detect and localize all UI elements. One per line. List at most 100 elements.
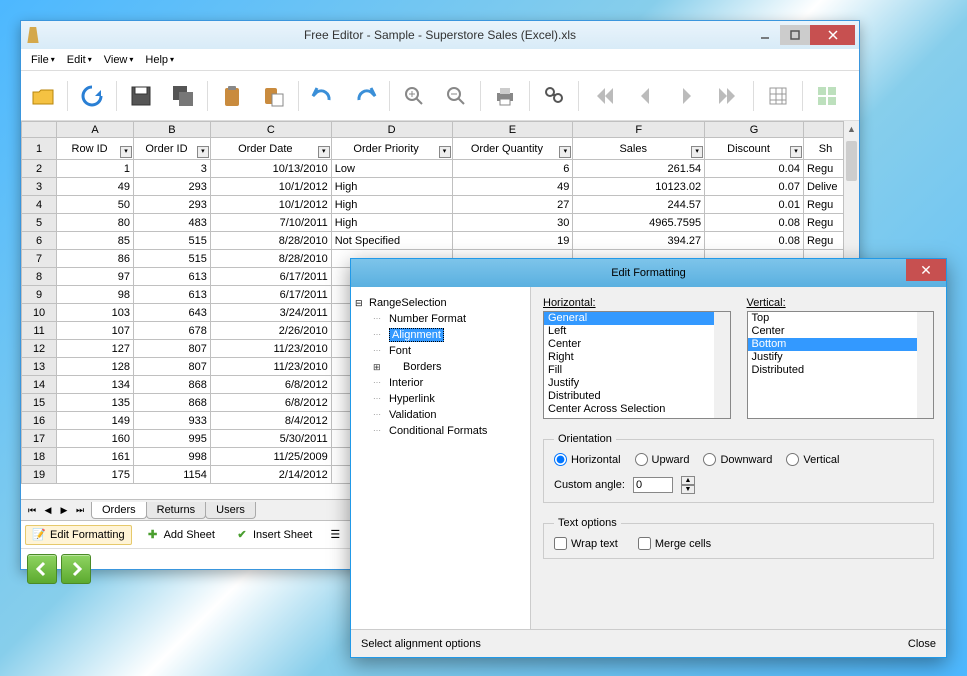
cell[interactable]: 135: [57, 394, 134, 412]
menu-edit[interactable]: Edit▾: [61, 52, 98, 68]
cell[interactable]: 4965.7595: [573, 214, 705, 232]
cell[interactable]: 807: [134, 358, 211, 376]
cell[interactable]: 10/13/2010: [210, 160, 331, 178]
row-header-1[interactable]: 1: [22, 138, 57, 160]
cell[interactable]: 10123.02: [573, 178, 705, 196]
nav-forward-button[interactable]: [61, 554, 91, 584]
horizontal-option[interactable]: Distributed: [544, 390, 730, 403]
cell[interactable]: 0.01: [705, 196, 804, 214]
listbox-scrollbar[interactable]: [714, 312, 730, 418]
radio-downward[interactable]: Downward: [703, 453, 772, 466]
cell[interactable]: 10/1/2012: [210, 178, 331, 196]
table-row[interactable]: 34929310/1/2012High4910123.020.07Delive: [22, 178, 859, 196]
cell[interactable]: 128: [57, 358, 134, 376]
filter-dropdown-icon[interactable]: ▾: [790, 146, 802, 158]
row-header[interactable]: 16: [22, 412, 57, 430]
cell[interactable]: 86: [57, 250, 134, 268]
insert-sheet-button[interactable]: ✔ Insert Sheet: [229, 526, 318, 544]
cell[interactable]: 261.54: [573, 160, 705, 178]
column-header-B[interactable]: B: [134, 122, 211, 138]
cell[interactable]: 6/17/2011: [210, 268, 331, 286]
dialog-titlebar[interactable]: Edit Formatting ✕: [351, 259, 946, 287]
save-as-button[interactable]: [165, 78, 201, 114]
cell[interactable]: 19: [452, 232, 573, 250]
last-button[interactable]: [711, 78, 747, 114]
maximize-button[interactable]: [780, 25, 810, 45]
minimize-button[interactable]: [750, 25, 780, 45]
vertical-option[interactable]: Center: [748, 325, 934, 338]
zoom-in-button[interactable]: [396, 78, 432, 114]
cell[interactable]: 678: [134, 322, 211, 340]
row-header[interactable]: 12: [22, 340, 57, 358]
column-header-D[interactable]: D: [331, 122, 452, 138]
cell[interactable]: Not Specified: [331, 232, 452, 250]
horizontal-option[interactable]: Center Across Selection: [544, 403, 730, 416]
cell[interactable]: Low: [331, 160, 452, 178]
select-all-corner[interactable]: [22, 122, 57, 138]
vertical-listbox[interactable]: TopCenterBottomJustifyDistributed: [747, 311, 935, 419]
cell[interactable]: 50: [57, 196, 134, 214]
row-header[interactable]: 13: [22, 358, 57, 376]
cell[interactable]: 2/14/2012: [210, 466, 331, 484]
vertical-option[interactable]: Distributed: [748, 364, 934, 377]
cell[interactable]: 7/10/2011: [210, 214, 331, 232]
dialog-close-link[interactable]: Close: [908, 638, 936, 650]
field-header[interactable]: Row ID▾: [57, 138, 134, 160]
table-row[interactable]: 6855158/28/2010Not Specified19394.270.08…: [22, 232, 859, 250]
tab-orders[interactable]: Orders: [91, 502, 147, 519]
clipboard-button[interactable]: [214, 78, 250, 114]
cell[interactable]: 80: [57, 214, 134, 232]
tab-returns[interactable]: Returns: [146, 502, 207, 519]
cell[interactable]: 11/23/2010: [210, 340, 331, 358]
radio-upward[interactable]: Upward: [635, 453, 690, 466]
tree-root-rangeselection[interactable]: RangeSelection: [355, 295, 526, 311]
cell[interactable]: 643: [134, 304, 211, 322]
add-sheet-button[interactable]: ✚ Add Sheet: [140, 526, 221, 544]
cell[interactable]: High: [331, 196, 452, 214]
row-header[interactable]: 8: [22, 268, 57, 286]
menu-file[interactable]: File▾: [25, 52, 61, 68]
table-row[interactable]: 45029310/1/2012High27244.570.01Regu: [22, 196, 859, 214]
radio-horizontal[interactable]: Horizontal: [554, 453, 621, 466]
undo-button[interactable]: [305, 78, 341, 114]
horizontal-option[interactable]: Left: [544, 325, 730, 338]
more-button[interactable]: ☰: [326, 526, 344, 544]
tree-number-format[interactable]: Number Format: [355, 311, 526, 327]
grid-button[interactable]: [760, 78, 796, 114]
edit-formatting-button[interactable]: 📝 Edit Formatting: [25, 525, 132, 545]
cell[interactable]: 0.08: [705, 232, 804, 250]
row-header[interactable]: 9: [22, 286, 57, 304]
cell[interactable]: 161: [57, 448, 134, 466]
field-header[interactable]: Sales▾: [573, 138, 705, 160]
angle-spinner[interactable]: ▲▼: [681, 476, 695, 494]
cell[interactable]: 0.08: [705, 214, 804, 232]
cell[interactable]: 98: [57, 286, 134, 304]
tab-next-icon[interactable]: ▶: [57, 505, 71, 516]
cell[interactable]: 613: [134, 286, 211, 304]
open-button[interactable]: [25, 78, 61, 114]
cell[interactable]: 49: [452, 178, 573, 196]
prev-button[interactable]: [627, 78, 663, 114]
row-header[interactable]: 14: [22, 376, 57, 394]
scroll-up-icon[interactable]: ▲: [844, 121, 859, 137]
wrap-text-checkbox[interactable]: Wrap text: [554, 537, 618, 550]
redo-button[interactable]: [347, 78, 383, 114]
close-button[interactable]: [810, 25, 855, 45]
row-header[interactable]: 17: [22, 430, 57, 448]
cell[interactable]: 3: [134, 160, 211, 178]
column-header-G[interactable]: G: [705, 122, 804, 138]
tree-font[interactable]: Font: [355, 343, 526, 359]
field-header[interactable]: Order Quantity▾: [452, 138, 573, 160]
cell[interactable]: 6/8/2012: [210, 394, 331, 412]
cell[interactable]: 30: [452, 214, 573, 232]
row-header[interactable]: 5: [22, 214, 57, 232]
tab-first-icon[interactable]: ⏮: [25, 505, 39, 516]
vertical-option[interactable]: Bottom: [748, 338, 934, 351]
row-header[interactable]: 10: [22, 304, 57, 322]
save-button[interactable]: [123, 78, 159, 114]
cell[interactable]: 6/8/2012: [210, 376, 331, 394]
cell[interactable]: 1154: [134, 466, 211, 484]
column-header-A[interactable]: A: [57, 122, 134, 138]
cell[interactable]: 293: [134, 196, 211, 214]
filter-dropdown-icon[interactable]: ▾: [197, 146, 209, 158]
